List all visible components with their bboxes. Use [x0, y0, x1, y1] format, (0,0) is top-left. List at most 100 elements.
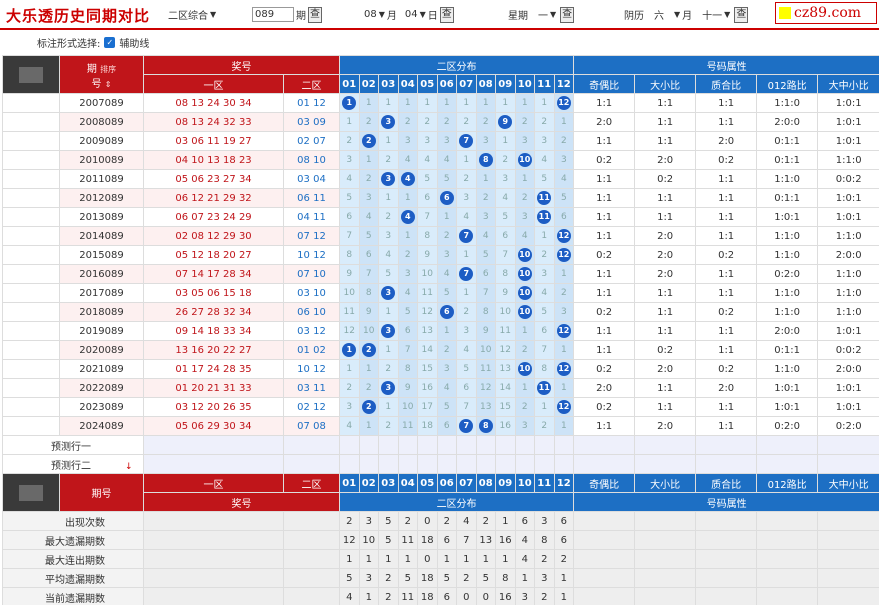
arrow-down-icon[interactable]: ↓ [125, 462, 133, 472]
attr-cell: 1:0:1 [817, 131, 879, 151]
predict-dist-cell[interactable] [514, 454, 535, 474]
table-row: 2016089 07 14 17 28 34 07 10 9 7 5 3 10 4 7 6 8 10 3 1… [2, 264, 879, 284]
predict-label[interactable]: 预测行二 ↓ [2, 454, 144, 474]
attr-cell: 0:0:2 [817, 340, 879, 360]
predict-dist-cell[interactable] [534, 435, 555, 455]
predict-dist-cell[interactable] [397, 454, 418, 474]
predict-dist-cell[interactable] [339, 454, 360, 474]
stat-attr-empty [573, 568, 636, 588]
dist-cell: 1 [475, 93, 496, 113]
issue-query-button[interactable]: 查 [308, 6, 322, 23]
dist-cell: 3 [475, 131, 496, 151]
dist-cell: 11 [534, 207, 555, 227]
hit-ball: 12 [556, 229, 571, 243]
dist-cell: 5 [534, 302, 555, 322]
predict-dist-cell[interactable] [339, 435, 360, 455]
lunar-query-button[interactable]: 查 [734, 6, 749, 23]
stat-label: 最大连出期数 [2, 549, 144, 569]
predict-dist-cell[interactable] [397, 435, 418, 455]
predict-attr-cell [756, 435, 819, 455]
attr-cell: 0:2:0 [817, 416, 879, 436]
predict-dist-cell[interactable] [436, 454, 457, 474]
site-logo[interactable]: cz89.com [775, 2, 877, 24]
dist-cell: 2 [358, 131, 379, 151]
predict-prize-cell[interactable] [283, 435, 340, 455]
zone2-numbers: 10 12 [283, 359, 340, 379]
lunar-month-select[interactable]: 六 ▼ [652, 6, 683, 23]
day-select[interactable]: 04 ▼ [402, 6, 428, 23]
dist-cell: 5 [436, 169, 457, 189]
month-select[interactable]: 08 ▼ [362, 6, 387, 23]
predict-dist-cell[interactable] [475, 435, 496, 455]
sort-arrows-icon[interactable]: ⇕ [105, 80, 112, 89]
stat-value: 7 [456, 530, 477, 550]
weekday-select[interactable]: 一 ▼ [536, 6, 559, 23]
predict-dist-cell[interactable] [417, 454, 438, 474]
predict-row[interactable]: 预测行二 ↓ [2, 454, 879, 474]
predict-dist-cell[interactable] [475, 454, 496, 474]
weekday-query-button[interactable]: 查 [560, 6, 575, 23]
date-query-button[interactable]: 查 [439, 6, 454, 23]
dist-cell: 1 [339, 112, 360, 132]
dist-cell: 1 [358, 93, 379, 113]
zone-select[interactable]: 二区综合 ▼ [166, 6, 219, 23]
period-cell: 2009089 [59, 131, 144, 151]
dist-cell: 8 [475, 302, 496, 322]
dist-cell: 1 [397, 188, 418, 208]
attr-cell: 1:1 [695, 207, 758, 227]
attr-cell: 1:1 [695, 112, 758, 132]
attr-cell: 1:0:1 [817, 378, 879, 398]
predict-dist-cell[interactable] [514, 435, 535, 455]
dist-cell: 1 [514, 169, 535, 189]
issue-input[interactable]: 089 [252, 7, 294, 22]
stat-row: 最大连出期数 1 1 1 1 0 1 1 1 1 4 2 2 [2, 549, 879, 569]
dist-cell: 14 [495, 378, 516, 398]
hit-ball: 12 [556, 324, 571, 338]
predict-dist-cell[interactable] [456, 435, 477, 455]
stat-value: 4 [456, 511, 477, 531]
predict-dist-cell[interactable] [378, 435, 399, 455]
stat-empty [283, 587, 340, 605]
predict-prize-cell[interactable] [143, 454, 284, 474]
attr-cell: 2:0 [634, 264, 697, 284]
weekday-select-value: 一 [538, 11, 548, 22]
hit-ball: 4 [400, 210, 415, 224]
dist-cell: 3 [534, 131, 555, 151]
sort-label[interactable]: 排序 [100, 65, 116, 74]
predict-dist-cell[interactable] [495, 435, 516, 455]
predict-dist-cell[interactable] [456, 454, 477, 474]
predict-prize-cell[interactable] [143, 435, 284, 455]
zone2-footer-header: 二区 [283, 473, 340, 493]
predict-label[interactable]: 预测行一 [2, 435, 144, 455]
predict-row[interactable]: 预测行一 [2, 435, 879, 455]
prize-footer-header: 奖号 [143, 492, 340, 512]
checkbox-icon[interactable]: ✓ [104, 37, 116, 48]
attr-cell: 0:1:1 [756, 150, 819, 170]
dist-cell: 2 [553, 131, 575, 151]
zone2-header: 二区 [283, 74, 340, 94]
table-row: 2019089 09 14 18 33 34 03 12 12 10 3 6 13 1 3 9 11 1… [2, 321, 879, 341]
month-select-value: 08 [364, 9, 377, 20]
predict-dist-cell[interactable] [553, 435, 575, 455]
predict-dist-cell[interactable] [358, 454, 379, 474]
predict-dist-cell[interactable] [534, 454, 555, 474]
dist-cell: 11 [397, 416, 418, 436]
dist-cell: 11 [475, 359, 496, 379]
predict-dist-cell[interactable] [436, 435, 457, 455]
zone1-numbers: 07 14 17 28 34 [143, 264, 284, 284]
stat-attr-empty [817, 530, 879, 550]
predict-dist-cell[interactable] [417, 435, 438, 455]
dist-cell: 13 [495, 359, 516, 379]
predict-dist-cell[interactable] [358, 435, 379, 455]
dist-cell: 2 [378, 359, 399, 379]
lunar-day-select[interactable]: 十一 ▼ [700, 6, 733, 23]
zone2-numbers: 02 07 [283, 131, 340, 151]
predict-prize-cell[interactable] [283, 454, 340, 474]
dist-cell: 9 [417, 245, 438, 265]
predict-dist-cell[interactable] [378, 454, 399, 474]
stat-value: 5 [475, 568, 496, 588]
predict-dist-cell[interactable] [495, 454, 516, 474]
predict-dist-cell[interactable] [553, 454, 575, 474]
stat-attr-empty [695, 549, 758, 569]
period-header[interactable]: 期 排序号 ⇕ [59, 55, 144, 94]
